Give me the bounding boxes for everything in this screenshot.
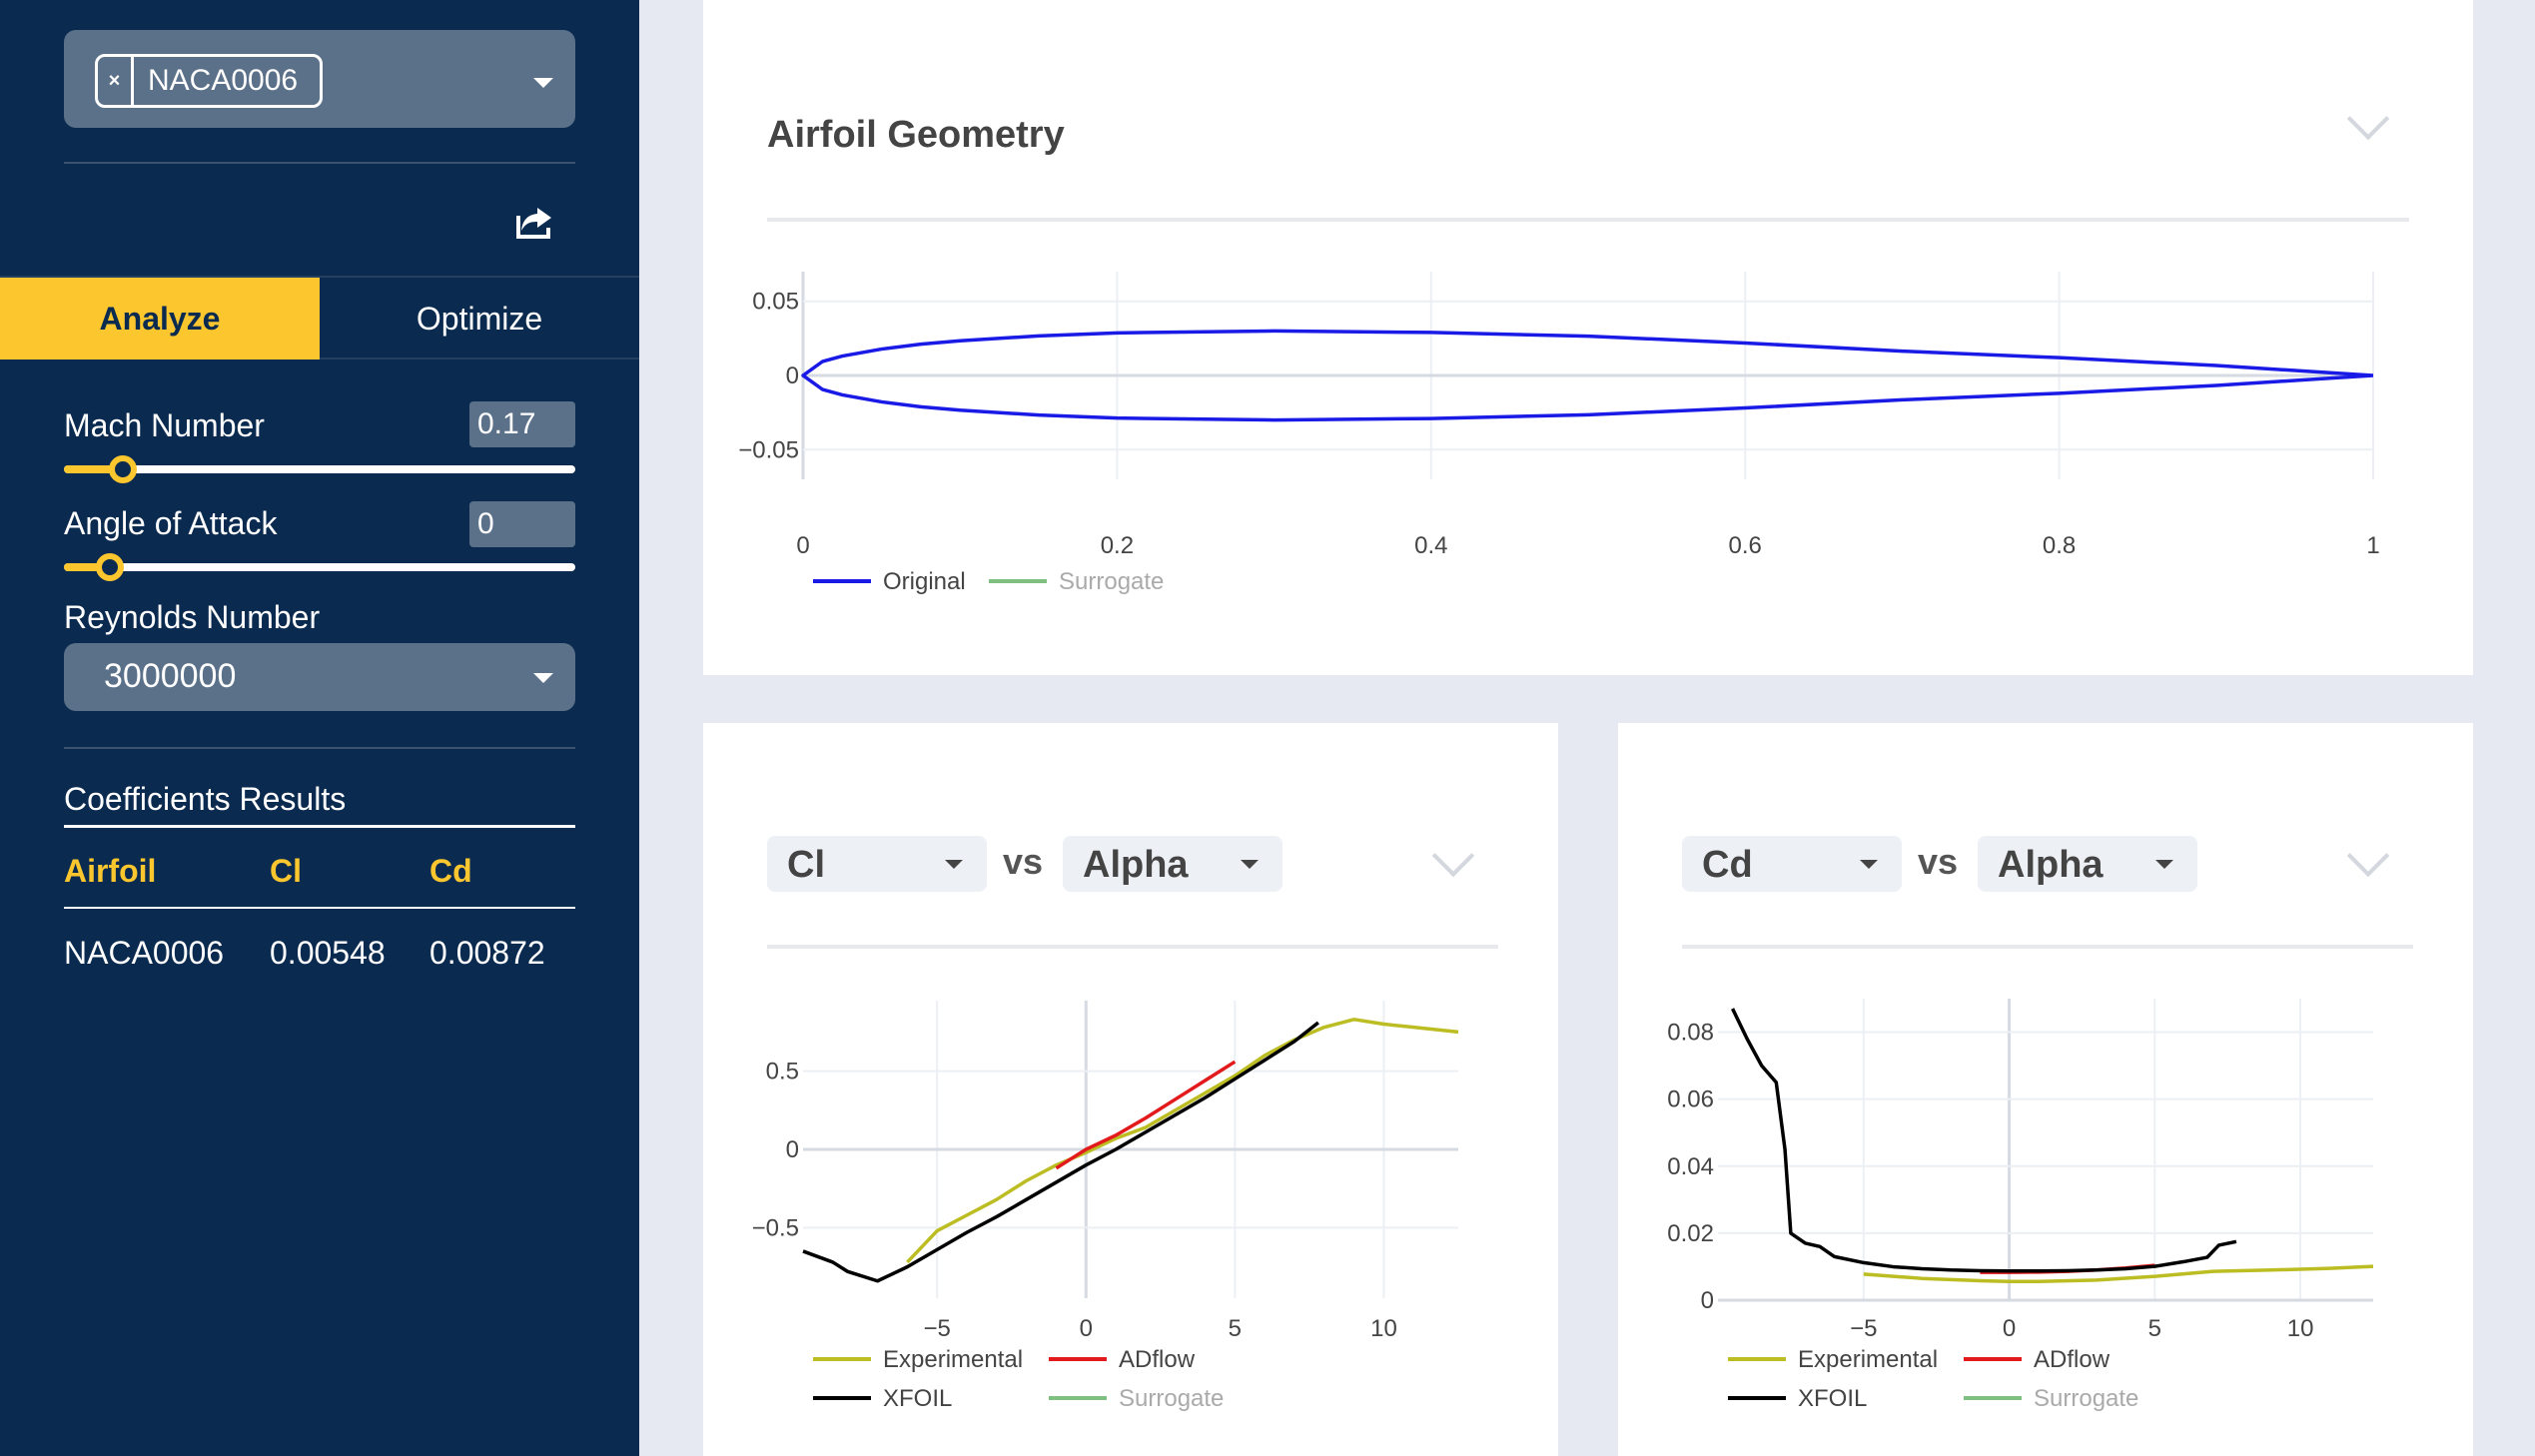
reynolds-label: Reynolds Number (64, 599, 321, 635)
results-title: Coefficients Results (64, 781, 347, 817)
cd-card: Cd vs Alpha −5 0 5 10 0.08 0.06 0.04 0.02 0 Exper… (1618, 723, 2473, 1456)
x-tick-label: 0 (2003, 1315, 2016, 1342)
x-tick-label: −5 (923, 1315, 950, 1342)
x-tick-label: 0.8 (2043, 532, 2076, 559)
results-header-cl: Cl (270, 853, 302, 889)
series-line-adflow (1055, 1060, 1237, 1170)
geometry-chart: 0 0.2 0.4 0.6 0.8 1 0.05 0 −0.05 Original Surrogat… (738, 272, 2380, 595)
chevron-down-icon[interactable] (533, 673, 553, 683)
legend-label: Original (883, 568, 966, 595)
legend-label: Surrogate (2034, 1385, 2138, 1412)
aoa-slider[interactable] (64, 553, 575, 581)
legend-label: Experimental (1798, 1346, 1938, 1373)
results-cell-cl: 0.00548 (270, 935, 386, 971)
mach-slider[interactable] (64, 455, 575, 483)
results-header-airfoil: Airfoil (64, 853, 157, 889)
geometry-card: Airfoil Geometry 0 0.2 0.4 0.6 0.8 1 0.05 0 −0.0… (703, 0, 2473, 675)
y-tick-label: 0 (786, 363, 799, 389)
x-tick-label: 0.2 (1101, 532, 1134, 559)
legend-label: ADflow (1119, 1346, 1196, 1373)
divider (64, 747, 575, 749)
y-tick-label: 0.5 (766, 1059, 799, 1086)
x-tick-label: 0 (796, 532, 809, 559)
mach-input[interactable]: 0.17 (469, 401, 575, 447)
results-header-cd: Cd (429, 853, 472, 889)
y-tick-label: −0.05 (738, 436, 799, 463)
cd-alpha-chart: −5 0 5 10 0.08 0.06 0.04 0.02 0 Experimental ADflo… (1667, 999, 2374, 1412)
aoa-input[interactable]: 0 (469, 501, 575, 547)
results-cell-airfoil: NACA0006 (64, 935, 225, 971)
legend-label: XFOIL (883, 1385, 952, 1412)
chip-remove-icon[interactable]: × (98, 57, 134, 105)
mach-slider-thumb[interactable] (108, 455, 137, 483)
y-tick-label: 0 (786, 1136, 799, 1163)
aoa-slider-thumb[interactable] (96, 553, 125, 581)
x-tick-label: 10 (1370, 1315, 1397, 1342)
divider (64, 162, 575, 164)
mode-tabs: Analyze Optimize (0, 276, 639, 360)
aoa-label: Angle of Attack (64, 505, 278, 541)
export-icon[interactable] (515, 204, 555, 240)
series-line-experimental (906, 1018, 1459, 1264)
series-line-xfoil (802, 1021, 1319, 1283)
legend-label: Surrogate (1059, 568, 1164, 595)
y-tick-label: 0.08 (1667, 1020, 1714, 1047)
x-tick-label: 5 (1229, 1315, 1242, 1342)
x-tick-label: 1 (2366, 532, 2379, 559)
results-rule (64, 907, 575, 909)
tab-analyze[interactable]: Analyze (0, 278, 320, 360)
reynolds-select[interactable]: 3000000 (64, 643, 575, 711)
legend-label: Surrogate (1119, 1385, 1224, 1412)
airfoil-chip-label: NACA0006 (148, 64, 299, 97)
reynolds-value: 3000000 (104, 657, 237, 695)
series-line-xfoil (1731, 1008, 2237, 1273)
legend-label: ADflow (2034, 1346, 2111, 1373)
results-rule (64, 825, 575, 828)
x-tick-label: 10 (2287, 1315, 2314, 1342)
results-cell-cd: 0.00872 (429, 935, 545, 971)
legend-label: XFOIL (1798, 1385, 1867, 1412)
y-tick-label: 0.02 (1667, 1220, 1714, 1247)
airfoil-select[interactable]: × NACA0006 (64, 30, 575, 128)
y-tick-label: −0.5 (752, 1214, 799, 1241)
mach-label: Mach Number (64, 407, 265, 443)
y-tick-label: 0.06 (1667, 1087, 1714, 1113)
chevron-down-icon[interactable] (533, 78, 553, 88)
legend-label: Experimental (883, 1346, 1023, 1373)
sidebar: × NACA0006 Analyze Optimize Mach Number … (0, 0, 639, 1456)
x-tick-label: 0.6 (1729, 532, 1762, 559)
x-tick-label: 5 (2148, 1315, 2161, 1342)
airfoil-chip: × NACA0006 (95, 54, 323, 108)
y-tick-label: 0.05 (752, 289, 799, 316)
x-tick-label: 0 (1080, 1315, 1093, 1342)
cl-alpha-chart: −5 0 5 10 0.5 0 −0.5 Experimental ADflow XFOIL Sur… (752, 1001, 1459, 1412)
x-tick-label: −5 (1850, 1315, 1877, 1342)
cl-card: Cl vs Alpha −5 0 5 10 0.5 0 −0.5 Experimental AD… (703, 723, 1558, 1456)
y-tick-label: 0 (1701, 1287, 1714, 1314)
tab-optimize[interactable]: Optimize (320, 278, 639, 360)
y-tick-label: 0.04 (1667, 1153, 1714, 1180)
x-tick-label: 0.4 (1414, 532, 1447, 559)
